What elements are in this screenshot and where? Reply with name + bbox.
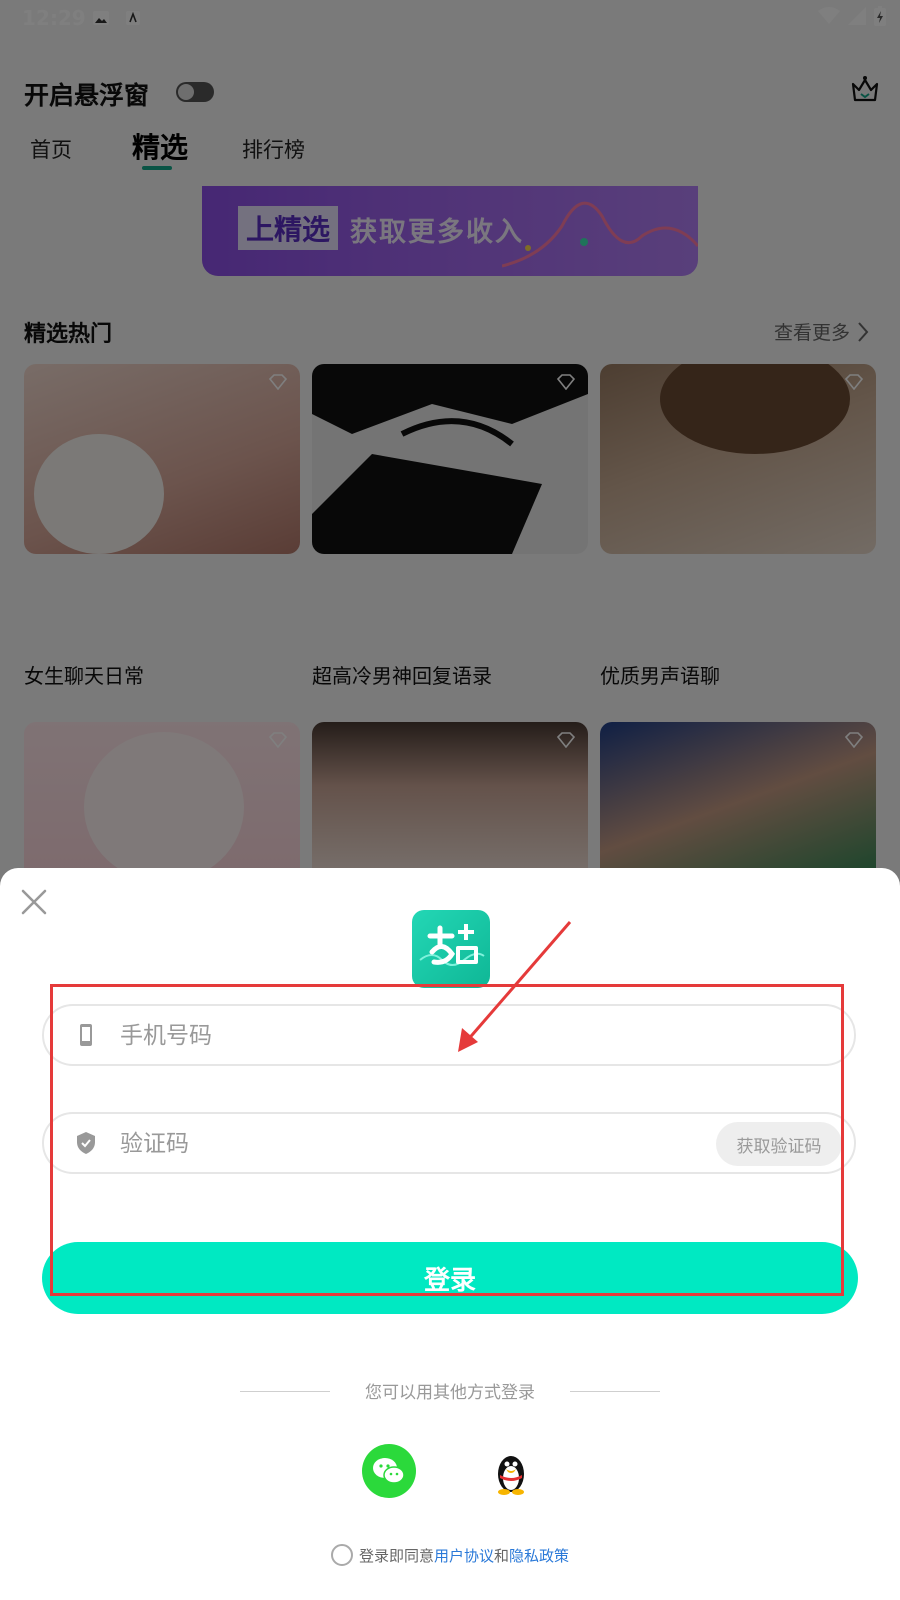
other-login-methods-label: 您可以用其他方式登录 (365, 1383, 535, 1403)
app-logo (412, 910, 490, 988)
verification-code-field[interactable]: 获取验证码 (42, 1112, 856, 1174)
phone-input[interactable] (118, 1018, 722, 1054)
privacy-policy-link[interactable]: 隐私政策 (509, 1547, 569, 1565)
agreement-row: 登录即同意用户协议和隐私政策 (0, 1544, 900, 1566)
app-logo-mark (419, 924, 485, 966)
phone-field[interactable] (42, 1004, 856, 1066)
agreement-and: 和 (494, 1547, 510, 1565)
user-agreement-link[interactable]: 用户协议 (434, 1547, 494, 1565)
phone-icon (80, 1024, 92, 1046)
qq-penguin-icon (498, 1456, 524, 1495)
get-code-button[interactable]: 获取验证码 (716, 1122, 842, 1166)
login-button[interactable]: 登录 (42, 1242, 858, 1314)
agreement-checkbox[interactable] (330, 1544, 353, 1566)
qq-login-button[interactable] (484, 1444, 538, 1498)
wechat-icon (373, 1458, 405, 1484)
login-sheet: 获取验证码 登录 您可以用其他方式登录 登录即同意用户协议和隐私政策 (0, 868, 900, 1600)
close-icon[interactable] (20, 888, 48, 916)
agreement-prefix: 登录即同意 (358, 1547, 434, 1565)
shield-icon (77, 1132, 95, 1154)
wechat-login-button[interactable] (362, 1444, 416, 1498)
verification-code-input[interactable] (118, 1126, 722, 1162)
